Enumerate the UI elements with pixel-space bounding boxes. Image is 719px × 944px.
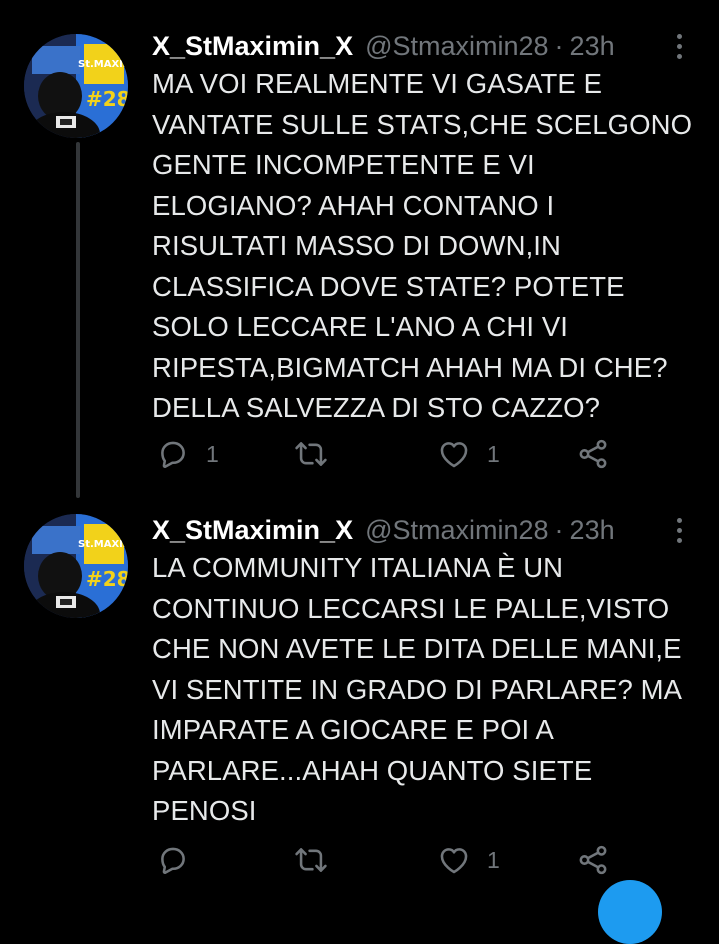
display-name[interactable]: X_StMaximin_X: [152, 31, 353, 62]
reply-button[interactable]: [156, 840, 206, 880]
compose-tweet-button[interactable]: [598, 880, 662, 944]
tweet-text-line: CHE NON AVETE LE DITA DELLE MANI,E: [152, 633, 682, 664]
heart-icon: [440, 442, 468, 468]
more-vertical-icon: [676, 527, 682, 533]
user-handle[interactable]: @Stmaximin28: [365, 515, 548, 546]
avatar-logo-text: St.MAXIMIN: [78, 59, 128, 70]
display-name[interactable]: X_StMaximin_X: [152, 515, 353, 546]
tweet-timestamp[interactable]: 23h: [570, 31, 615, 62]
reply-count: 1: [206, 440, 219, 467]
reply-button[interactable]: 1: [156, 434, 219, 474]
tweet-text-line: VI SENTITE IN GRADO DI PARLARE? MA: [152, 673, 683, 705]
separator-dot: ·: [554, 30, 564, 61]
tweet-text-line: PENOSI: [152, 795, 257, 826]
tweet-text-line: SOLO LECCARE L'ANO A CHI VI: [152, 311, 569, 342]
tweet-text-line: GENTE INCOMPETENTE E VI: [152, 149, 535, 180]
retweet-icon: [295, 442, 327, 466]
share-icon: [579, 439, 607, 469]
more-vertical-icon: [676, 537, 682, 543]
tweet-text-line: DELLA SALVEZZA DI STO CAZZO?: [152, 392, 601, 423]
tweet-text: MA VOI REALMENTE VI GASATE E VANTATE SUL…: [152, 64, 699, 429]
separator-dot: ·: [554, 514, 564, 545]
tweet-text-line: CONTINUO LECCARSI LE PALLE,VISTO: [152, 592, 670, 624]
avatar-number-text: #28: [86, 567, 128, 591]
retweet-button[interactable]: [294, 434, 344, 474]
avatar-image: St.MAXIMIN #28: [24, 514, 128, 618]
share-button[interactable]: [576, 840, 610, 880]
tweet-actions: 1 1: [152, 434, 632, 474]
tweet-text-line: ELOGIANO? AHAH CONTANO I: [152, 189, 555, 221]
like-button[interactable]: 1: [437, 840, 500, 880]
like-count: 1: [487, 440, 500, 467]
share-button[interactable]: [576, 434, 610, 474]
more-options-button[interactable]: [667, 28, 691, 64]
tweet-text: LA COMMUNITY ITALIANA È UN CONTINUO LECC…: [152, 548, 699, 832]
more-vertical-icon: [676, 33, 682, 39]
tweet-text-line: CLASSIFICA DOVE STATE? POTETE: [152, 270, 625, 302]
share-icon: [579, 845, 607, 875]
tweet-text-line: IMPARATE A GIOCARE E POI A: [152, 714, 554, 745]
like-count: 1: [487, 846, 500, 873]
avatar-logo-text: St.MAXIMIN: [78, 539, 128, 550]
more-vertical-icon: [676, 43, 682, 49]
retweet-button[interactable]: [294, 840, 344, 880]
more-vertical-icon: [676, 53, 682, 59]
reply-icon: [161, 441, 185, 469]
retweet-icon: [295, 848, 327, 872]
tweet-text-line: PARLARE...AHAH QUANTO SIETE: [152, 754, 593, 786]
tweet-timestamp[interactable]: 23h: [570, 515, 615, 546]
more-vertical-icon: [676, 517, 682, 523]
like-button[interactable]: 1: [437, 434, 500, 474]
tweet-actions: 1: [152, 840, 632, 880]
thread-line: [76, 142, 80, 498]
tweet-header: X_StMaximin_X @Stmaximin28 · 23h: [152, 512, 679, 548]
tweet-text-line: LA COMMUNITY ITALIANA È UN: [152, 552, 564, 583]
heart-icon: [440, 848, 468, 874]
avatar-number-text: #28: [86, 87, 128, 111]
tweet-text-line: MA VOI REALMENTE VI GASATE E: [152, 68, 603, 99]
tweet[interactable]: St.MAXIMIN #28 X_StMaximin_X @Stmaximin2…: [0, 496, 719, 896]
tweet[interactable]: St.MAXIMIN #28 X_StMaximin_X @Stmaximin2…: [0, 0, 719, 498]
avatar[interactable]: St.MAXIMIN #28: [24, 34, 128, 138]
tweet-text-line: RIPESTA,BIGMATCH AHAH MA DI CHE?: [152, 351, 668, 383]
tweet-header: X_StMaximin_X @Stmaximin28 · 23h: [152, 28, 679, 64]
avatar-image: St.MAXIMIN #28: [24, 34, 128, 138]
more-options-button[interactable]: [667, 512, 691, 548]
tweet-text-line: VANTATE SULLE STATS,CHE SCELGONO: [152, 108, 693, 140]
user-handle[interactable]: @Stmaximin28: [365, 31, 548, 62]
tweet-text-line: RISULTATI MASSO DI DOWN,IN: [152, 230, 562, 261]
avatar[interactable]: St.MAXIMIN #28: [24, 514, 128, 618]
reply-icon: [161, 847, 185, 875]
